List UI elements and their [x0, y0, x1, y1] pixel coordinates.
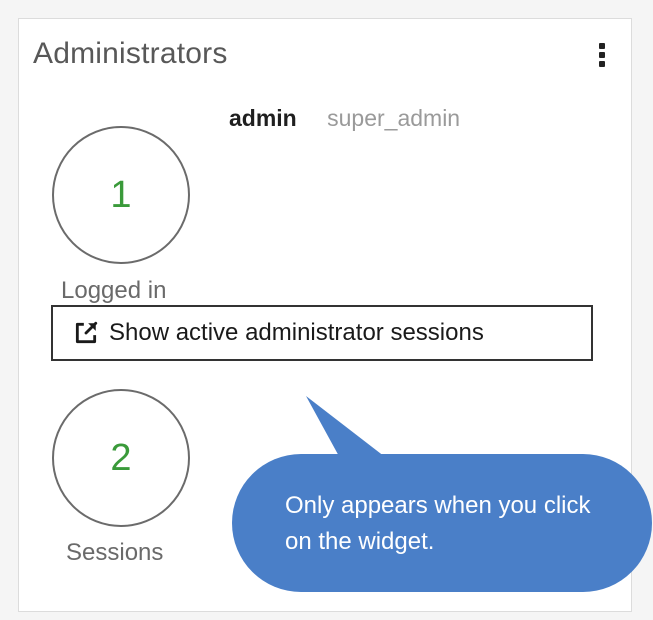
widget-menu-button[interactable] — [597, 35, 607, 75]
more-vertical-icon — [599, 43, 605, 49]
sessions-label: Sessions — [66, 539, 164, 566]
admin-role: super_admin — [327, 105, 461, 131]
logged-in-count-circle[interactable]: 1 — [52, 126, 190, 264]
logged-in-label: Logged in — [61, 277, 167, 304]
more-vertical-icon-dot — [599, 61, 605, 67]
external-link-icon — [75, 321, 98, 344]
widget-title: Administrators — [33, 37, 228, 70]
show-active-sessions-button[interactable]: Show active administrator sessions — [51, 305, 593, 361]
callout-text: Only appears when you click on the widge… — [285, 492, 591, 555]
more-vertical-icon-dot — [599, 52, 605, 58]
sessions-count-circle[interactable]: 2 — [52, 389, 190, 527]
admin-entry: admin super_admin — [229, 105, 460, 132]
show-active-sessions-label: Show active administrator sessions — [109, 319, 484, 346]
admin-name[interactable]: admin — [229, 105, 297, 131]
